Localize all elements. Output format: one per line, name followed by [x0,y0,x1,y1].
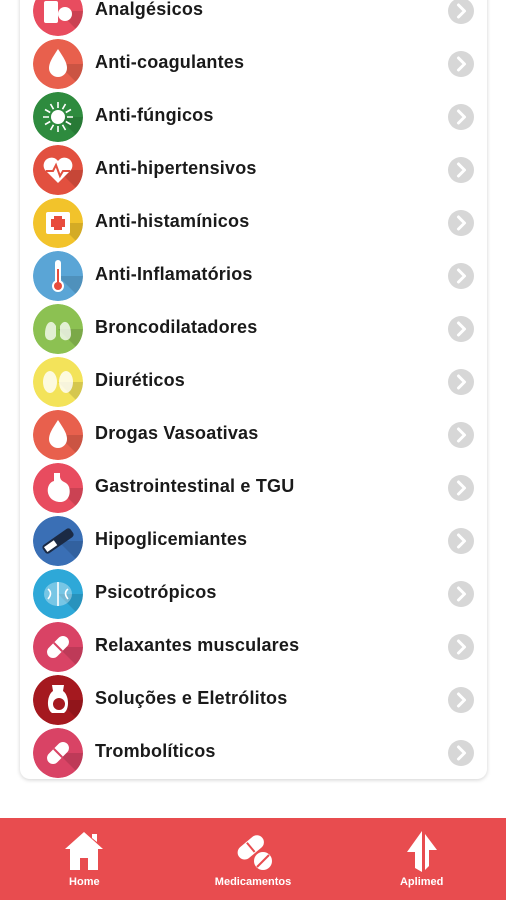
capsule-icon [33,728,83,778]
category-row[interactable]: Anti-histamínicos [20,196,487,249]
chevron-right-icon[interactable] [448,104,474,130]
pill-bottle-icon [33,0,83,36]
tab-home[interactable]: Home [0,818,169,900]
chevron-right-icon[interactable] [448,51,474,77]
category-row[interactable]: Broncodilatadores [20,302,487,355]
medicine-box-icon [33,198,83,248]
category-row[interactable]: Psicotrópicos [20,567,487,620]
category-label: Soluções e Eletrólitos [95,688,288,708]
category-label: Gastrointestinal e TGU [95,476,295,496]
chevron-right-icon[interactable] [448,581,474,607]
fungus-icon [33,92,83,142]
chevron-right-icon[interactable] [448,157,474,183]
category-label: Analgésicos [95,0,204,19]
chevron-right-icon[interactable] [448,634,474,660]
category-row[interactable]: Gastrointestinal e TGU [20,461,487,514]
pills-icon [230,828,276,874]
insulin-pen-icon [33,516,83,566]
category-label: Relaxantes musculares [95,635,300,655]
category-label: Anti-fúngicos [95,105,214,125]
category-row[interactable]: Soluções e Eletrólitos [20,673,487,726]
kidneys-icon [33,357,83,407]
tab-home-label: Home [69,876,100,888]
category-row[interactable]: Relaxantes musculares [20,620,487,673]
category-row[interactable]: Diuréticos [20,355,487,408]
chevron-right-icon[interactable] [448,687,474,713]
chevron-right-icon[interactable] [448,0,474,24]
category-row[interactable]: Anti-fúngicos [20,90,487,143]
home-icon [61,828,107,874]
blood-drop-icon [33,39,83,89]
category-label: Hipoglicemiantes [95,529,248,549]
blood-drop-icon [33,410,83,460]
stomach-icon [33,463,83,513]
capsule-icon [33,622,83,672]
category-row[interactable]: Hipoglicemiantes [20,514,487,567]
category-label: Anti-hipertensivos [95,158,257,178]
brain-icon [33,569,83,619]
chevron-right-icon[interactable] [448,210,474,236]
chevron-right-icon[interactable] [448,369,474,395]
category-label: Trombolíticos [95,741,216,761]
tab-medicamentos[interactable]: Medicamentos [169,818,338,900]
category-label: Anti-histamínicos [95,211,250,231]
lungs-icon [33,304,83,354]
chevron-right-icon[interactable] [448,740,474,766]
category-label: Anti-Inflamatórios [95,264,253,284]
tab-aplimed[interactable]: Aplimed [337,818,506,900]
category-label: Diuréticos [95,370,186,390]
chevron-right-icon[interactable] [448,316,474,342]
category-row[interactable]: Trombolíticos [20,726,487,779]
solution-flask-icon [33,675,83,725]
chevron-right-icon[interactable] [448,528,474,554]
category-row[interactable]: Anti-hipertensivos [20,143,487,196]
tab-aplimed-label: Aplimed [399,876,444,888]
category-label: Drogas Vasoativas [95,423,259,443]
chevron-right-icon[interactable] [448,475,474,501]
chevron-right-icon[interactable] [448,263,474,289]
chevron-right-icon[interactable] [448,422,474,448]
category-label: Psicotrópicos [95,582,217,602]
heart-pulse-icon [33,145,83,195]
aplimed-logo-icon [399,828,445,874]
category-row[interactable]: Drogas Vasoativas [20,408,487,461]
bottom-tab-bar: Home Medicamentos Aplimed [0,818,506,900]
thermometer-icon [33,251,83,301]
category-row[interactable]: Anti-coagulantes [20,37,487,90]
category-row[interactable]: Anti-Inflamatórios [20,249,487,302]
tab-medicamentos-label: Medicamentos [214,876,292,888]
category-row[interactable]: Analgésicos [20,0,487,37]
category-label: Broncodilatadores [95,317,258,337]
category-label: Anti-coagulantes [95,52,245,72]
